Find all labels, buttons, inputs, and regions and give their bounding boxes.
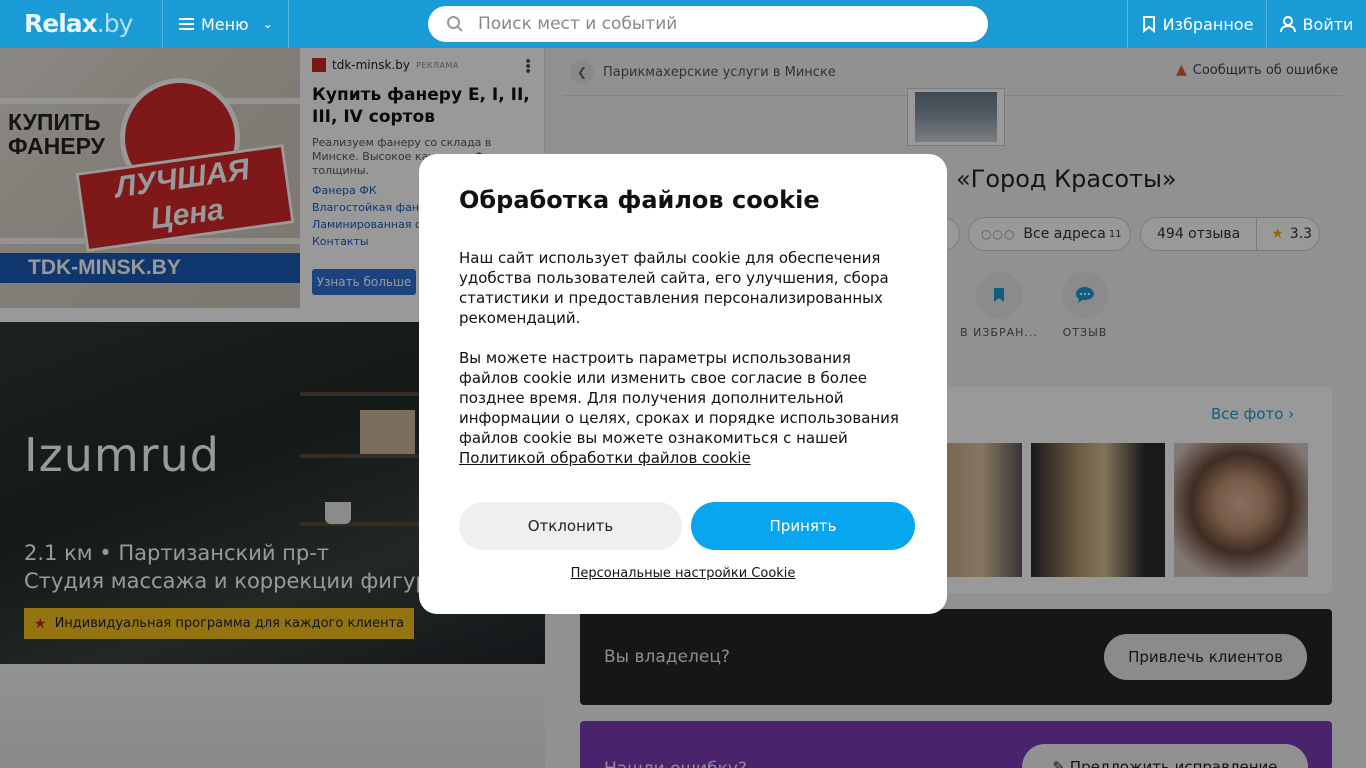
decline-button[interactable]: Отклонить: [459, 502, 682, 550]
cookie-dialog: Обработка файлов cookie Наш сайт использ…: [419, 154, 947, 614]
login-label: Войти: [1302, 14, 1354, 34]
search-input[interactable]: [478, 14, 938, 34]
cookie-paragraph: Вы можете настроить параметры использова…: [459, 349, 899, 467]
login-button[interactable]: Войти: [1266, 0, 1366, 48]
menu-label: Меню: [201, 14, 249, 34]
hamburger-icon: [179, 15, 194, 33]
user-icon: [1279, 16, 1296, 33]
relax-logo[interactable]: Relax.by: [24, 9, 133, 38]
bookmark-icon: [1142, 16, 1155, 33]
search-icon: [447, 16, 463, 32]
menu-button[interactable]: Меню ⌄: [163, 0, 288, 48]
cookie-settings-link[interactable]: Персональные настройки Cookie: [419, 566, 947, 581]
top-header: Relax.by Меню ⌄ Избранное Войти: [0, 0, 1366, 48]
search-bar[interactable]: [428, 6, 988, 42]
header-divider: [288, 0, 289, 48]
favorites-button[interactable]: Избранное: [1128, 0, 1266, 48]
cookie-policy-link[interactable]: Политикой обработки файлов cookie: [459, 449, 751, 467]
cookie-dialog-title: Обработка файлов cookie: [459, 186, 820, 214]
cookie-paragraph: Наш сайт использует файлы cookie для обе…: [459, 249, 889, 327]
chevron-down-icon: ⌄: [262, 17, 273, 31]
favorites-label: Избранное: [1162, 14, 1254, 34]
accept-button[interactable]: Принять: [691, 502, 915, 550]
